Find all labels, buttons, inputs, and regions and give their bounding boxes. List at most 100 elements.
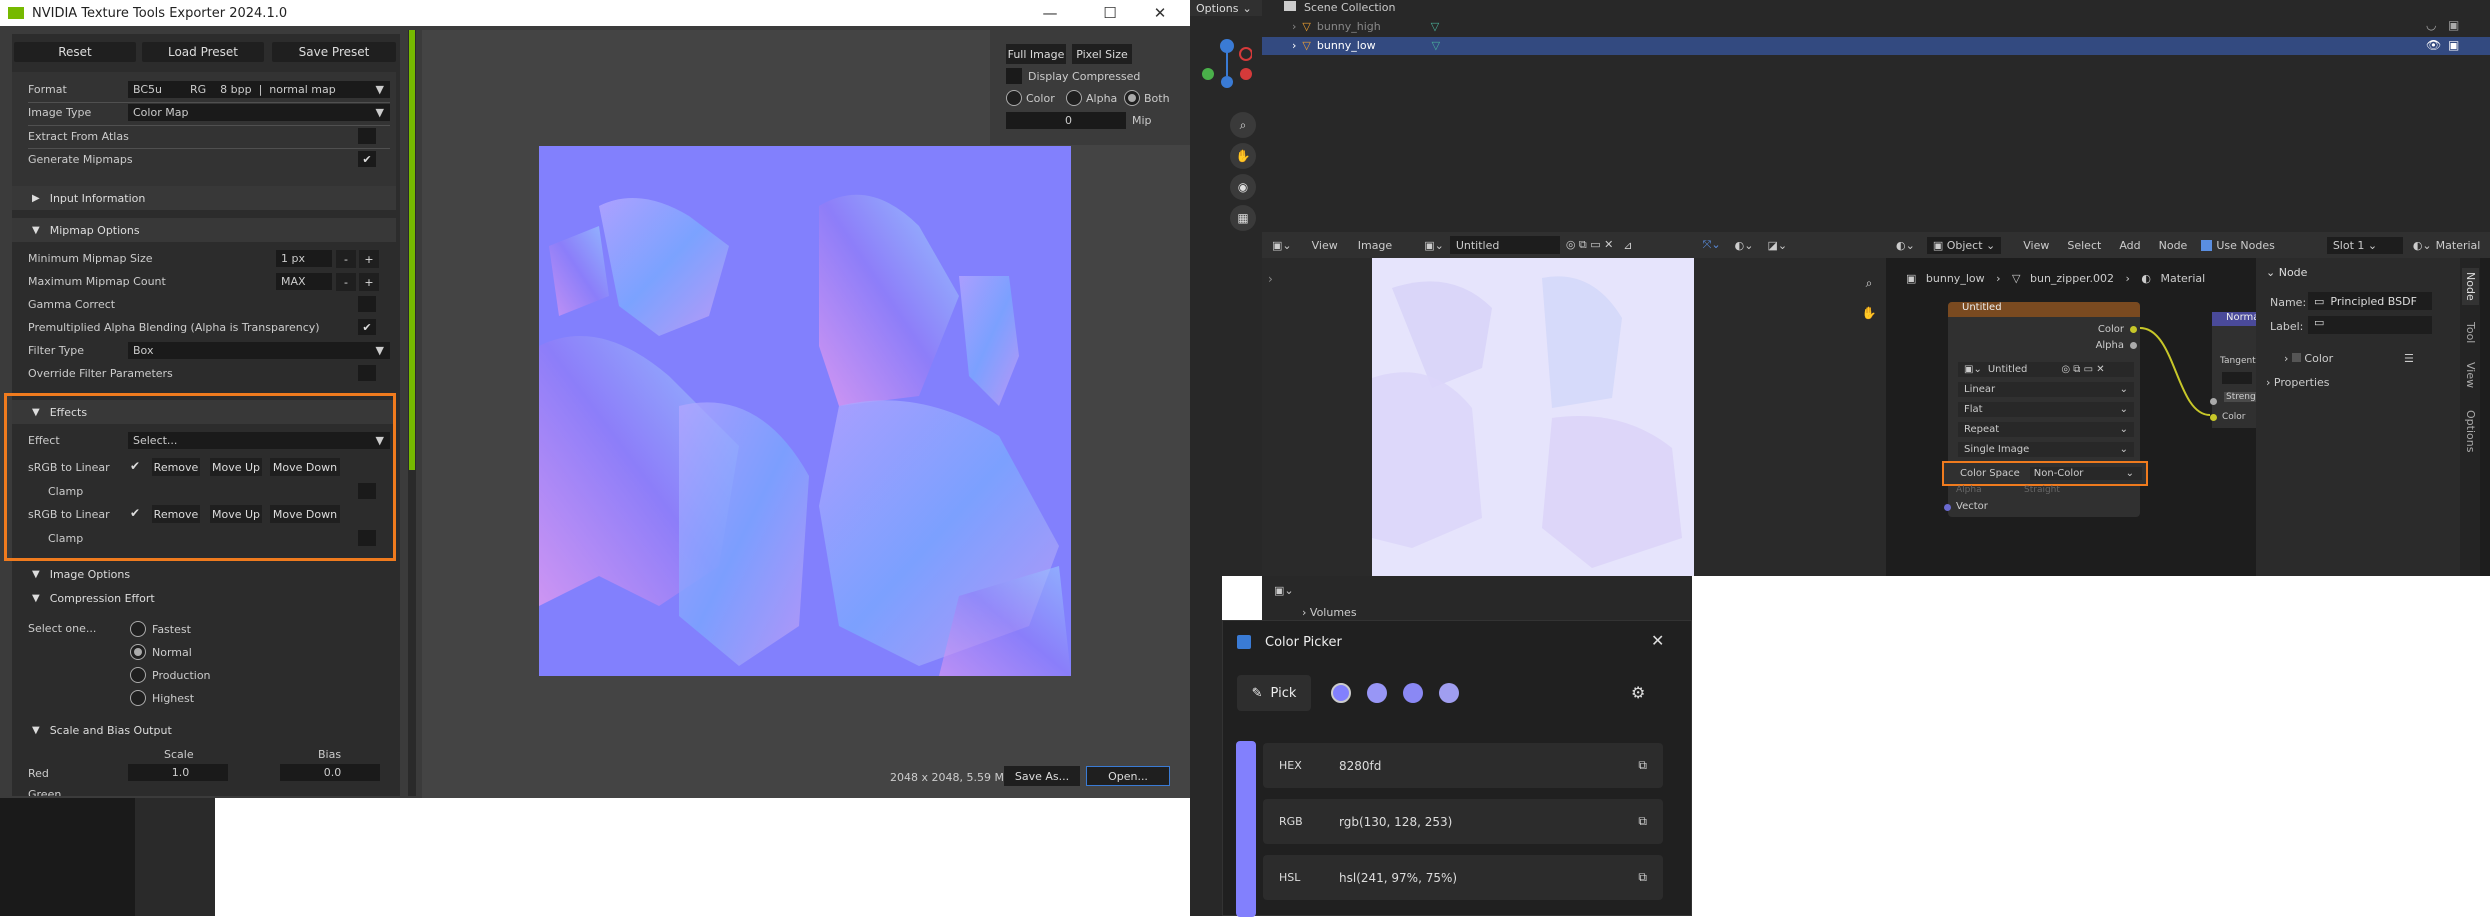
- red-scale-input[interactable]: 1.0: [128, 764, 228, 781]
- gear-icon[interactable]: ⚙: [1631, 683, 1645, 702]
- node-label-field[interactable]: ▭: [2308, 316, 2432, 334]
- red-bias-input[interactable]: 0.0: [280, 764, 380, 781]
- breadcrumb-material[interactable]: Material: [2161, 272, 2206, 285]
- breadcrumb-mesh[interactable]: bun_zipper.002: [2030, 272, 2114, 285]
- normal-map-node[interactable]: Norma Tangent Streng Color: [2212, 312, 2256, 428]
- scale-bias-section[interactable]: ▼ Scale and Bias Output: [12, 718, 396, 742]
- eye-icon[interactable]: 👁: [2426, 38, 2441, 52]
- strength-field[interactable]: Streng: [2224, 392, 2256, 402]
- hand-icon[interactable]: ✋: [1856, 300, 1882, 326]
- camera-icon[interactable]: ◉: [1230, 174, 1256, 200]
- color-input-socket[interactable]: [2210, 414, 2217, 421]
- view-menu[interactable]: View: [1312, 239, 1338, 252]
- close-icon[interactable]: ✕: [1140, 0, 1180, 26]
- image-name-field[interactable]: Untitled: [1449, 236, 1560, 254]
- gamma-correct-checkbox[interactable]: [358, 296, 376, 312]
- properties-panel[interactable]: › Properties: [2266, 376, 2330, 389]
- max-mipmap-input[interactable]: MAX: [276, 273, 332, 290]
- full-image-button[interactable]: Full Image: [1006, 44, 1066, 64]
- outliner-item-bunny-high[interactable]: › ▽ bunny_high ▽: [1292, 20, 1439, 33]
- min-mipmap-input[interactable]: 1 px: [276, 250, 332, 267]
- navigation-gizmo-icon[interactable]: [1202, 36, 1252, 96]
- display-compressed-checkbox[interactable]: [1006, 68, 1022, 84]
- image-actions-icon[interactable]: ◎ ⧉ ▭ ✕: [1566, 238, 1614, 252]
- chevron-right-icon[interactable]: ›: [1268, 272, 1273, 286]
- image-options-section[interactable]: ▼ Image Options: [12, 562, 396, 586]
- channel-radio-color[interactable]: [1006, 90, 1022, 106]
- image-menu[interactable]: Image: [1358, 239, 1392, 252]
- image-browse-icon[interactable]: ▣⌄: [1424, 239, 1444, 252]
- compression-effort-section[interactable]: ▼ Compression Effort: [12, 586, 396, 610]
- decrement-button[interactable]: -: [336, 273, 356, 291]
- hand-icon[interactable]: ✋: [1230, 143, 1256, 169]
- premult-alpha-checkbox[interactable]: ✔: [358, 319, 376, 335]
- interpolation-select[interactable]: Linear ⌄: [1958, 382, 2134, 397]
- mipmap-options-section[interactable]: ▼ Mipmap Options: [12, 218, 396, 242]
- camera-icon[interactable]: ▣: [2448, 38, 2459, 52]
- node-image-field[interactable]: ▣⌄ Untitled ◎ ⧉ ▭ ✕: [1958, 362, 2134, 377]
- volumes-panel[interactable]: › Volumes: [1302, 606, 1357, 619]
- use-nodes-checkbox[interactable]: [2201, 239, 2213, 251]
- increment-button[interactable]: +: [359, 273, 379, 291]
- copy-icon[interactable]: ⧉: [1638, 870, 1647, 885]
- hsl-value[interactable]: hsl(241, 97%, 75%): [1339, 871, 1457, 885]
- editor-type-icon[interactable]: ▣⌄: [1274, 584, 1294, 597]
- rgb-value[interactable]: rgb(130, 128, 253): [1339, 815, 1452, 829]
- node-header[interactable]: Untitled: [1948, 302, 2140, 317]
- node-panel-header[interactable]: ⌄ Node: [2266, 266, 2307, 279]
- vector-input-socket[interactable]: [1944, 504, 1951, 511]
- maximize-icon[interactable]: ☐: [1090, 0, 1130, 26]
- decrement-button[interactable]: -: [336, 250, 356, 268]
- tab-options[interactable]: Options: [2462, 406, 2479, 456]
- color-panel[interactable]: › Color: [2284, 352, 2333, 365]
- open-button[interactable]: Open...: [1086, 766, 1170, 786]
- overlay-icon[interactable]: ◐⌄: [1735, 239, 1754, 252]
- channels-icon[interactable]: ◪⌄: [1767, 239, 1787, 252]
- image-canvas[interactable]: [1372, 258, 1694, 576]
- hex-value[interactable]: 8280fd: [1339, 759, 1381, 773]
- color-swatch[interactable]: [1403, 683, 1423, 703]
- pick-button[interactable]: ✎ Pick: [1237, 675, 1311, 711]
- tab-view[interactable]: View: [2462, 358, 2479, 392]
- color-checkbox[interactable]: [2291, 353, 2301, 362]
- outliner-item-bunny-low[interactable]: › ▽ bunny_low ▽ 👁 ▣: [1262, 37, 2490, 55]
- gen-mipmaps-checkbox[interactable]: ✔: [358, 151, 376, 167]
- filter-type-select[interactable]: Box ▼: [128, 342, 390, 359]
- copy-icon[interactable]: ⧉: [1638, 814, 1647, 829]
- effort-radio-fastest[interactable]: [130, 621, 146, 637]
- editor-type-icon[interactable]: ▣⌄: [1272, 239, 1292, 252]
- effort-radio-highest[interactable]: [130, 690, 146, 706]
- format-select[interactable]: BC5u RG 8 bpp | normal map ▼: [128, 81, 390, 98]
- list-icon[interactable]: ☰: [2404, 352, 2414, 365]
- effort-radio-production[interactable]: [130, 667, 146, 683]
- settings-scrollbar[interactable]: [408, 30, 416, 796]
- material-icon[interactable]: ◐⌄: [2413, 239, 2432, 252]
- extract-atlas-checkbox[interactable]: [358, 128, 376, 144]
- color-space-select[interactable]: Color Space Non-Color ⌄: [1942, 461, 2148, 486]
- source-select[interactable]: Single Image ⌄: [1958, 442, 2134, 457]
- scrollbar-thumb[interactable]: [409, 30, 415, 470]
- grid-icon[interactable]: ▦: [1230, 205, 1256, 231]
- save-preset-button[interactable]: Save Preset: [272, 42, 396, 62]
- add-menu[interactable]: Add: [2119, 239, 2140, 252]
- projection-select[interactable]: Flat ⌄: [1958, 402, 2134, 417]
- breadcrumb-object[interactable]: bunny_low: [1926, 272, 1985, 285]
- color-swatch[interactable]: [1439, 683, 1459, 703]
- object-mode-select[interactable]: ▣ Object ⌄: [1926, 236, 2002, 254]
- image-type-select[interactable]: Color Map ▼: [128, 104, 390, 121]
- view-menu[interactable]: View: [2023, 239, 2049, 252]
- close-icon[interactable]: ✕: [1651, 631, 1664, 650]
- mip-slider[interactable]: 0: [1006, 112, 1126, 129]
- tab-node[interactable]: Node: [2462, 268, 2479, 305]
- save-as-button[interactable]: Save As...: [1004, 766, 1080, 786]
- scene-collection[interactable]: Scene Collection: [1284, 1, 1395, 14]
- zoom-icon[interactable]: ⌕: [1856, 270, 1882, 296]
- zoom-icon[interactable]: ⌕: [1230, 112, 1256, 138]
- channel-radio-both[interactable]: [1124, 90, 1140, 106]
- copy-icon[interactable]: ⧉: [1638, 758, 1647, 773]
- color-swatch[interactable]: [1331, 683, 1351, 703]
- strength-input-socket[interactable]: [2210, 398, 2217, 405]
- camera-icon[interactable]: ▣: [2448, 18, 2459, 32]
- uv-map-field[interactable]: [2222, 372, 2252, 384]
- minimize-icon[interactable]: —: [1030, 0, 1070, 26]
